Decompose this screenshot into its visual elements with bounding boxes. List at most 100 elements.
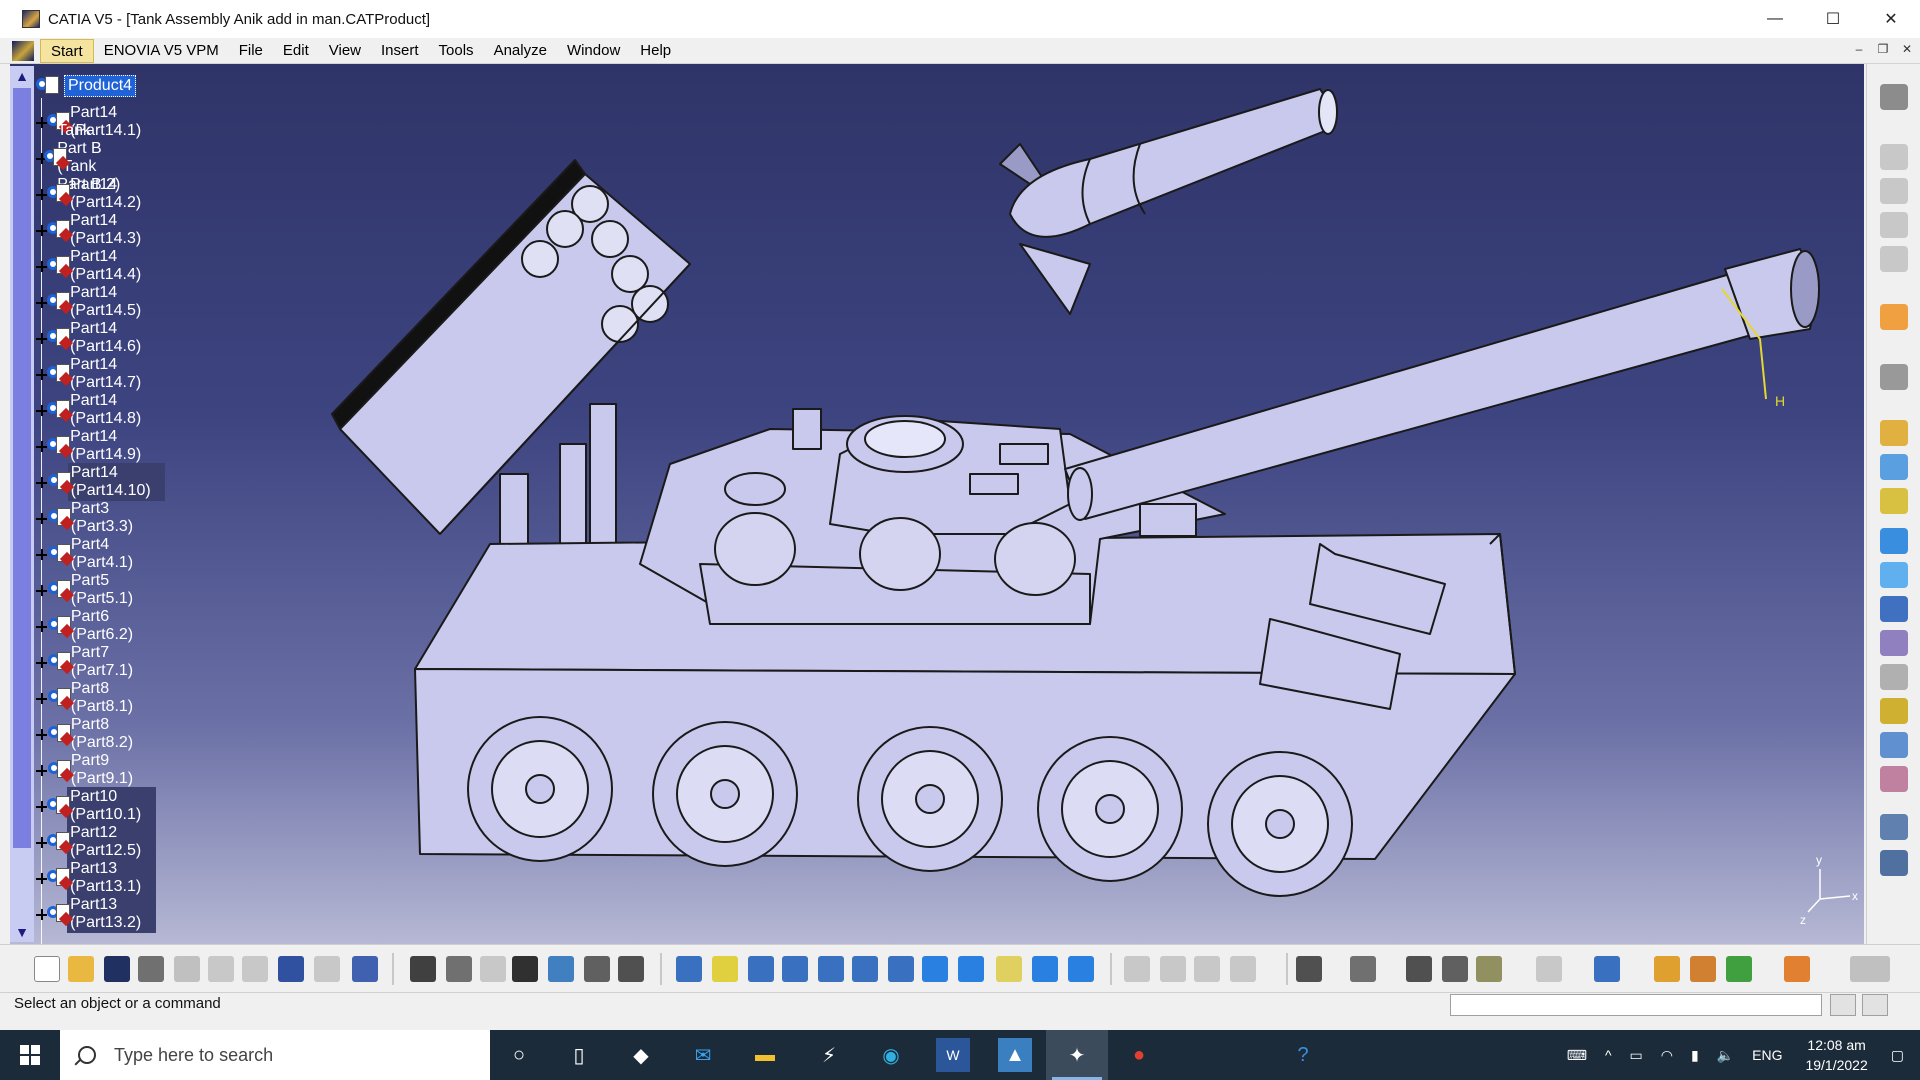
hide-show-icon[interactable] [1032, 956, 1058, 982]
minimize-button[interactable]: — [1746, 0, 1804, 38]
tree-item[interactable]: Part10 (Part10.1) [36, 787, 157, 825]
cad-compare-icon[interactable] [1594, 956, 1620, 982]
clash-analysis-icon[interactable] [1230, 956, 1256, 982]
paste-icon[interactable] [242, 956, 268, 982]
menu-insert[interactable]: Insert [371, 39, 429, 63]
snap-icon[interactable] [1880, 562, 1908, 588]
expand-plus-icon[interactable] [36, 476, 47, 488]
hide-icon[interactable] [480, 956, 506, 982]
measure-icon[interactable] [1880, 850, 1908, 876]
volume-icon[interactable]: 🔈 [1717, 1047, 1734, 1064]
expand-plus-icon[interactable] [36, 728, 47, 740]
tree-item[interactable]: Part12 (Part12.5) [36, 823, 157, 861]
expand-plus-icon[interactable] [36, 332, 48, 344]
expand-plus-icon[interactable] [36, 584, 47, 596]
tree-item-label[interactable]: Part3 (Part3.3) [68, 499, 147, 537]
tree-item[interactable]: Part9 (Part9.1) [36, 752, 147, 787]
annotation-icon[interactable] [1880, 664, 1908, 690]
edge-icon[interactable]: ◉ [874, 1038, 908, 1072]
tree-item[interactable]: Part7 (Part7.1) [36, 644, 147, 679]
expand-plus-icon[interactable] [36, 512, 47, 524]
axis-compass[interactable] [1807, 869, 1851, 913]
cut-icon[interactable] [174, 956, 200, 982]
constraint-coincidence-icon[interactable] [1880, 420, 1908, 446]
tree-item-label[interactable]: Part14 (Part14.6) [67, 319, 156, 357]
tree-item[interactable]: Part5 (Part5.1) [36, 572, 147, 607]
tree-item-label[interactable]: Part14 (Part14.5) [67, 283, 156, 321]
tree-item-label[interactable]: Part14 (Part14.4) [67, 247, 156, 285]
expand-plus-icon[interactable] [36, 404, 48, 416]
tree-item[interactable]: Tank Part B (Tank Part B.2) [36, 122, 124, 193]
constraint-contact-icon[interactable] [1880, 454, 1908, 480]
print-icon[interactable] [138, 956, 164, 982]
catia-logo-icon[interactable] [12, 40, 34, 61]
pan-icon[interactable] [748, 956, 774, 982]
expand-plus-icon[interactable] [36, 620, 47, 632]
redo-icon[interactable] [314, 956, 340, 982]
tree-item-label[interactable]: Part13 (Part13.2) [67, 895, 157, 933]
task-view-icon[interactable]: ▯ [562, 1038, 596, 1072]
cycle-icon[interactable] [1536, 956, 1562, 982]
normal-view-icon[interactable] [888, 956, 914, 982]
whats-this-icon[interactable] [352, 956, 378, 982]
command-validate-button[interactable] [1830, 994, 1856, 1016]
command-history-button[interactable] [1862, 994, 1888, 1016]
expand-plus-icon[interactable] [36, 152, 46, 164]
tree-item-label[interactable]: Part5 (Part5.1) [68, 571, 147, 609]
tree-item[interactable]: Part14 (Part14.2) [36, 176, 156, 211]
expand-plus-icon[interactable] [36, 440, 48, 452]
rotate-icon[interactable] [782, 956, 808, 982]
shading-icon[interactable] [996, 956, 1022, 982]
mail-icon[interactable]: ✉ [686, 1038, 720, 1072]
expand-plus-icon[interactable] [36, 260, 48, 272]
file-explorer-icon[interactable]: ▬ [748, 1038, 782, 1072]
expand-plus-icon[interactable] [36, 368, 48, 380]
tree-scrollbar[interactable]: ▲ ▼ [10, 66, 34, 942]
tree-item-label[interactable]: Part13 (Part13.1) [67, 859, 157, 897]
tree-item-label[interactable]: Part10 (Part10.1) [67, 787, 157, 825]
tree-item[interactable]: Part8 (Part8.2) [36, 716, 147, 751]
tree-item-label[interactable]: Part14 (Part14.3) [67, 211, 156, 249]
existing-component-icon[interactable] [1880, 246, 1908, 272]
tree-item[interactable]: Part6 (Part6.2) [36, 608, 147, 643]
tree-item-label[interactable]: Part4 (Part4.1) [68, 535, 147, 573]
measure-item-icon[interactable] [1442, 956, 1468, 982]
tree-item-label[interactable]: Part8 (Part8.2) [68, 715, 147, 753]
distance-icon[interactable] [1194, 956, 1220, 982]
zoom-out-icon[interactable] [852, 956, 878, 982]
save-icon[interactable] [104, 956, 130, 982]
update-icon[interactable] [1880, 528, 1908, 554]
clock[interactable]: 12:08 am 19/1/2022 [1805, 1035, 1867, 1075]
tree-item[interactable]: Part3 (Part3.3) [36, 500, 147, 535]
scroll-up-arrow-icon[interactable]: ▲ [14, 68, 30, 84]
maximize-button[interactable]: ☐ [1804, 0, 1862, 38]
main-gun-barrel[interactable] [1064, 248, 1820, 521]
tree-root[interactable]: Product4 [36, 74, 137, 98]
tree-item-label[interactable]: Part14 (Part14.9) [67, 427, 156, 465]
tree-item[interactable]: Part14 (Part14.5) [36, 284, 156, 319]
expand-plus-icon[interactable] [36, 836, 48, 848]
command-input[interactable] [1450, 994, 1822, 1016]
doc-minimize-icon[interactable]: – [1850, 40, 1868, 58]
menu-enovia[interactable]: ENOVIA V5 VPM [94, 39, 229, 63]
dropbox-icon[interactable]: ◆ [624, 1038, 658, 1072]
menu-window[interactable]: Window [557, 39, 630, 63]
menu-help[interactable]: Help [630, 39, 681, 63]
expand-plus-icon[interactable] [36, 548, 47, 560]
tree-item[interactable]: Part14 (Part14.8) [36, 392, 156, 427]
cortana-icon[interactable]: ○ [502, 1038, 536, 1072]
capture-icon[interactable] [1296, 956, 1322, 982]
fit-all-icon[interactable] [712, 956, 738, 982]
tree-item-label[interactable]: Part6 (Part6.2) [68, 607, 147, 645]
scene-icon[interactable] [1880, 732, 1908, 758]
fly-mode-icon[interactable] [676, 956, 702, 982]
grid-icon[interactable] [1784, 956, 1810, 982]
bill-of-material-icon[interactable] [1880, 698, 1908, 724]
new-component-icon[interactable] [1880, 144, 1908, 170]
menu-edit[interactable]: Edit [273, 39, 319, 63]
notification-icon[interactable]: ▢ [1891, 1047, 1904, 1064]
space-analysis-icon[interactable] [1880, 814, 1908, 840]
3d-viewport[interactable]: H y x z [10, 64, 1864, 944]
menu-analyze[interactable]: Analyze [484, 39, 557, 63]
menu-file[interactable]: File [229, 39, 273, 63]
